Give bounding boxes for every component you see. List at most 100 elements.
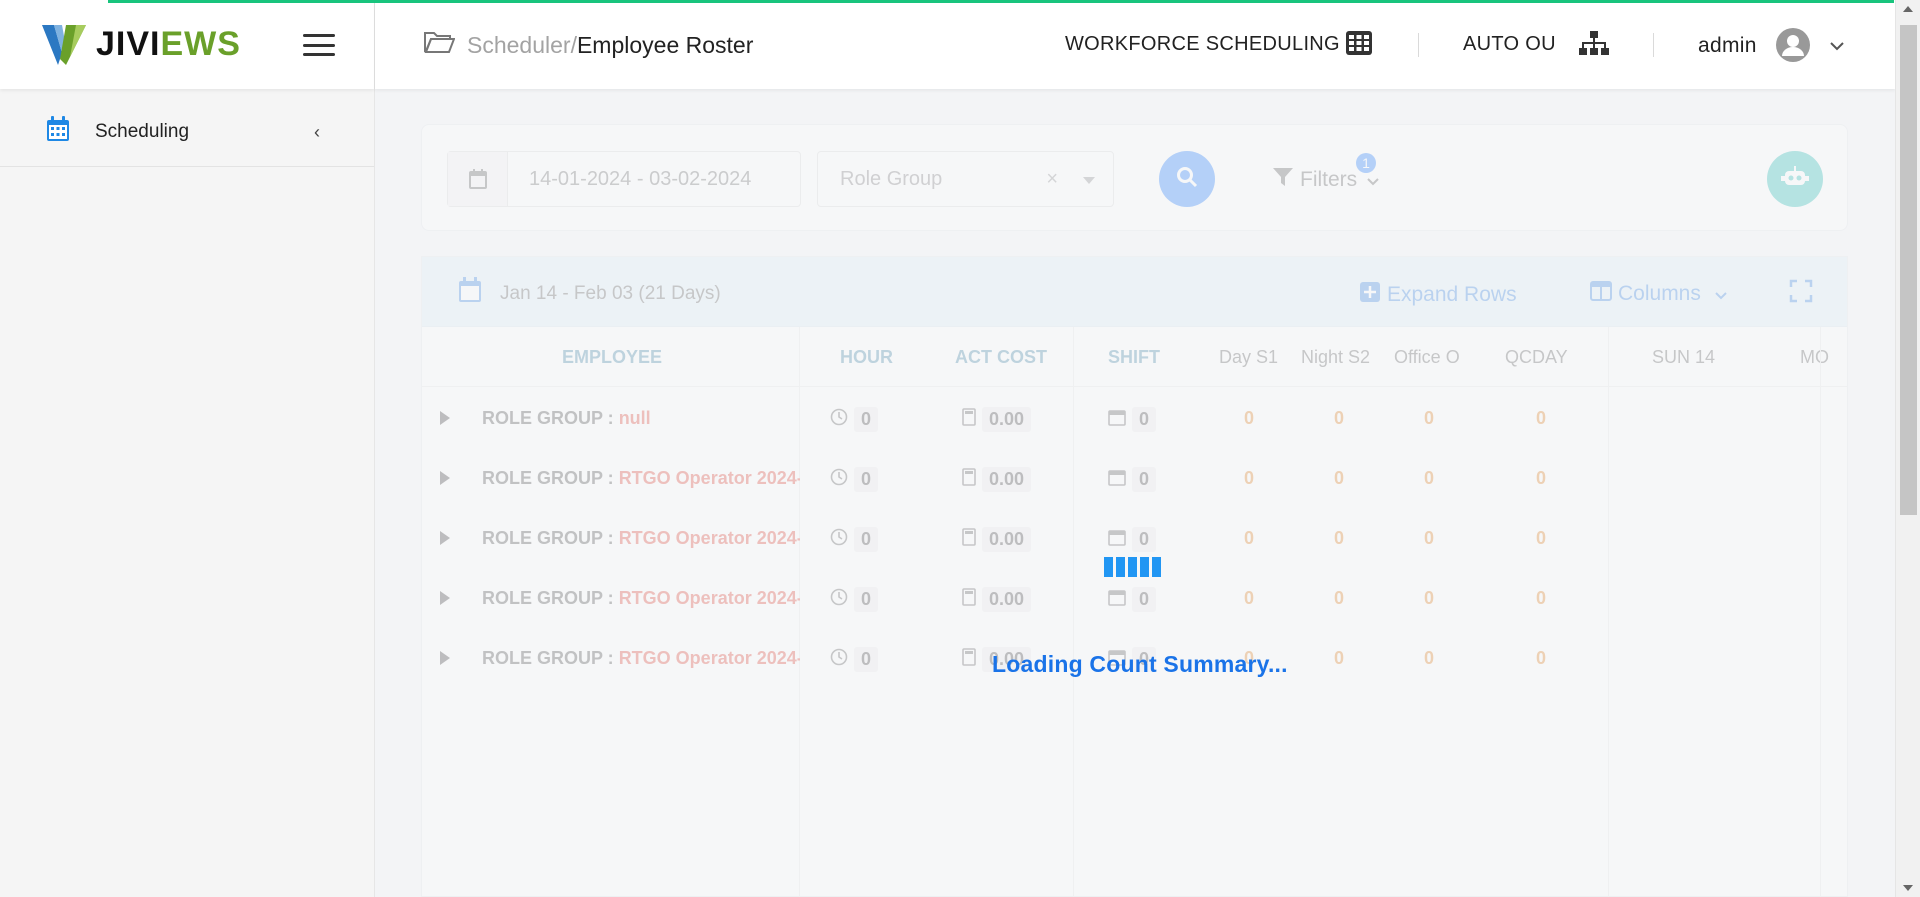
search-button[interactable] (1159, 151, 1215, 207)
top-header: Scheduler/ Employee Roster WORKFORCE SCH… (375, 0, 1895, 89)
cost-cell: 0.00 (962, 467, 1032, 492)
calculator-icon (962, 408, 976, 431)
expand-row-icon[interactable] (440, 531, 450, 545)
column-header-mon[interactable]: MO (1800, 347, 1829, 368)
role-group-select[interactable]: Role Group × (817, 151, 1114, 207)
logo-text: JIVIEWS (96, 25, 241, 63)
filter-icon (1272, 167, 1294, 193)
fullscreen-icon[interactable] (1789, 279, 1813, 308)
calendar-icon (1108, 408, 1126, 431)
role-group-label: ROLE GROUP : RTGO Operator 2024- (482, 588, 800, 608)
user-name[interactable]: admin (1698, 34, 1757, 58)
sidebar-item-scheduling[interactable]: Scheduling ‹ (0, 97, 374, 167)
night-s2-value: 0 (1334, 528, 1345, 548)
column-header-night-s2[interactable]: Night S2 (1301, 347, 1370, 368)
column-header-sun-14[interactable]: SUN 14 (1652, 347, 1715, 368)
calculator-icon (962, 528, 976, 551)
clock-icon (830, 528, 848, 551)
chevron-left-icon[interactable]: ‹ (314, 122, 320, 143)
shift-cell: 0 (1108, 527, 1157, 552)
calendar-icon (1108, 468, 1126, 491)
search-icon (1176, 166, 1198, 193)
day-s1-value: 0 (1244, 468, 1255, 488)
calculator-icon (962, 588, 976, 611)
date-range-picker[interactable]: 14-01-2024 - 03-02-2024 (447, 151, 801, 207)
filters-count-badge: 1 (1356, 153, 1376, 173)
shift-cell: 0 (1108, 467, 1157, 492)
hour-cell: 0 (830, 587, 879, 612)
expand-row-icon[interactable] (440, 651, 450, 665)
column-header-office-o[interactable]: Office O (1394, 347, 1460, 368)
day-s1-value: 0 (1244, 528, 1255, 548)
office-o-value: 0 (1424, 588, 1435, 608)
office-o-value: 0 (1424, 468, 1435, 488)
column-header-qcday[interactable]: QCDAY (1505, 347, 1568, 368)
column-header-hour[interactable]: HOUR (840, 347, 893, 368)
office-o-value: 0 (1424, 648, 1435, 668)
folder-open-icon (423, 30, 456, 60)
expand-rows-label: Expand Rows (1387, 283, 1517, 306)
table-row[interactable]: ROLE GROUP : null 0 0.00 0 0 0 0 0 (422, 387, 1602, 447)
module-label[interactable]: WORKFORCE SCHEDULING (1065, 33, 1340, 56)
office-o-value: 0 (1424, 408, 1435, 428)
hour-cell: 0 (830, 467, 879, 492)
org-chart-icon[interactable] (1578, 30, 1610, 61)
role-group-label: ROLE GROUP : null (482, 408, 651, 428)
loading-spinner (1104, 557, 1161, 577)
expand-rows-button[interactable]: Expand Rows (1359, 281, 1517, 309)
table-row[interactable]: ROLE GROUP : RTGO Operator 2024- 0 0.00 0 0 0… (422, 567, 1602, 627)
logo-icon (40, 23, 88, 67)
grid-apps-icon[interactable] (1345, 30, 1373, 61)
avatar[interactable] (1775, 27, 1811, 68)
columns-button[interactable]: Columns (1590, 281, 1727, 307)
hour-cell: 0 (830, 527, 879, 552)
scrollbar-thumb[interactable] (1900, 25, 1917, 515)
scroll-up-icon[interactable] (1903, 6, 1913, 12)
caret-down-icon[interactable] (1083, 177, 1095, 184)
table-row[interactable]: ROLE GROUP : RTGO Operator 2024- 0 0.00 0 0 0… (422, 447, 1602, 507)
columns-label: Columns (1618, 282, 1701, 305)
sidebar: JIVIEWS Scheduling ‹ (0, 0, 375, 897)
filter-panel: 14-01-2024 - 03-02-2024 Role Group × Fil… (421, 124, 1848, 231)
breadcrumb: Scheduler/ Employee Roster (423, 30, 753, 60)
column-header-shift[interactable]: SHIFT (1108, 347, 1160, 368)
table-row[interactable]: ROLE GROUP : RTGO Operator 2024- 0 0.00 0 0 0… (422, 507, 1602, 567)
chevron-down-icon (1715, 282, 1727, 306)
scroll-down-icon[interactable] (1903, 885, 1913, 891)
shift-cell: 0 (1108, 407, 1157, 432)
calendar-icon (448, 152, 508, 206)
breadcrumb-parent[interactable]: Scheduler/ (467, 32, 577, 59)
calendar-icon (46, 116, 70, 147)
expand-row-icon[interactable] (440, 411, 450, 425)
clear-icon[interactable]: × (1046, 168, 1058, 191)
hour-cell: 0 (830, 647, 879, 672)
column-header-employee[interactable]: EMPLOYEE (562, 347, 662, 368)
clock-icon (830, 648, 848, 671)
expand-row-icon[interactable] (440, 591, 450, 605)
column-header-act-cost[interactable]: ACT COST (955, 347, 1047, 368)
clock-icon (830, 468, 848, 491)
clock-icon (830, 408, 848, 431)
clock-icon (830, 588, 848, 611)
role-group-placeholder: Role Group (840, 167, 943, 190)
robot-icon (1781, 165, 1809, 194)
qcday-value: 0 (1536, 588, 1547, 608)
hour-cell: 0 (830, 407, 879, 432)
chevron-down-icon[interactable] (1830, 38, 1844, 56)
calculator-icon (962, 648, 976, 671)
logo-bar: JIVIEWS (0, 0, 374, 89)
auto-schedule-button[interactable] (1767, 151, 1823, 207)
filters-label: Filters (1300, 168, 1358, 191)
ou-label[interactable]: AUTO OU (1463, 33, 1556, 56)
grid-header-row: EMPLOYEE HOUR ACT COST SHIFT Day S1 Nigh… (422, 327, 1847, 387)
page-scrollbar[interactable] (1895, 0, 1920, 897)
date-range-value[interactable]: 14-01-2024 - 03-02-2024 (508, 168, 751, 191)
day-s1-value: 0 (1244, 408, 1255, 428)
qcday-value: 0 (1536, 528, 1547, 548)
column-header-day-s1[interactable]: Day S1 (1219, 347, 1278, 368)
breadcrumb-current: Employee Roster (576, 31, 754, 58)
expand-row-icon[interactable] (440, 471, 450, 485)
menu-toggle-icon[interactable] (303, 34, 335, 56)
loading-message: Loading Count Summary... (992, 651, 1288, 677)
cost-cell: 0.00 (962, 527, 1032, 552)
